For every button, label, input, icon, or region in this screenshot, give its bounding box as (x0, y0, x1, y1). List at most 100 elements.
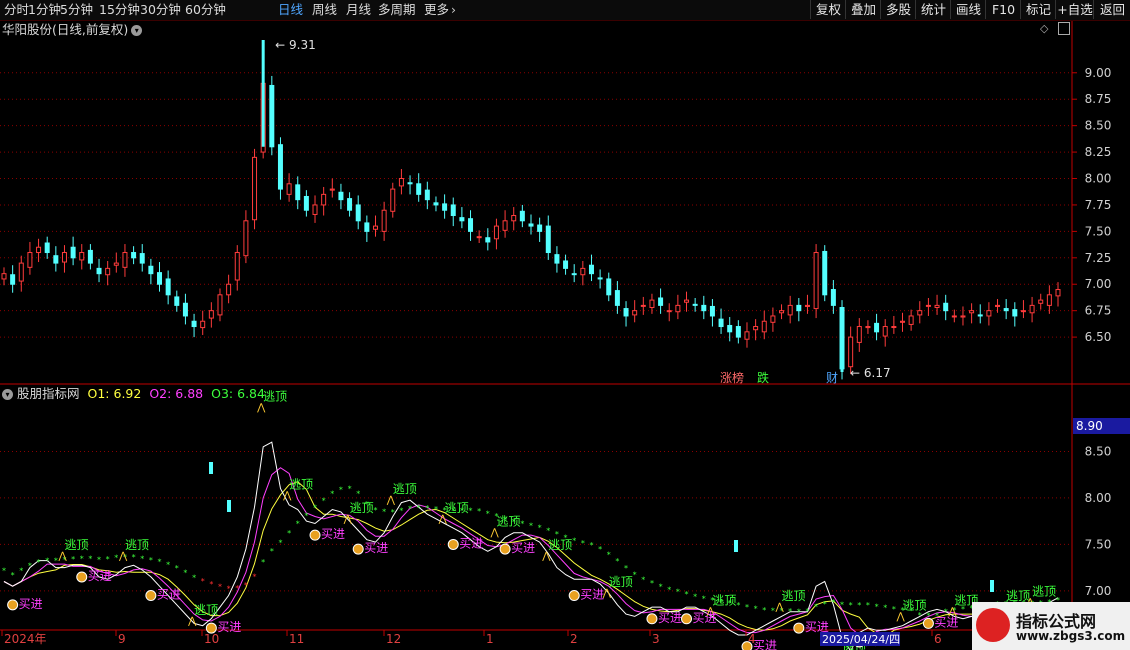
logo-icon (976, 608, 1010, 642)
candle-body (865, 326, 871, 329)
buy-signal-label: 买进 (658, 611, 682, 625)
candle-body (372, 225, 378, 230)
trend-dot: * (2, 566, 6, 575)
moneybag-icon (793, 622, 805, 634)
candle-body (718, 318, 724, 328)
trend-dot: * (486, 509, 490, 518)
chart-canvas[interactable]: 9.00 8.75 8.50 8.25 8.00 7.75 7.50 7.25 7.00 6.75… (0, 0, 1130, 650)
candle-body (917, 310, 923, 316)
buy-signal-label: 买进 (157, 588, 181, 602)
candle-body (329, 188, 335, 191)
price-tick-label: 7.25 (1085, 251, 1112, 265)
buy-signal-label: 买进 (580, 588, 604, 602)
trend-dot: * (192, 573, 196, 582)
trend-dot: * (235, 584, 239, 593)
x-axis-label: 10 (204, 632, 219, 646)
trend-dot: * (218, 582, 222, 591)
candle-body (122, 252, 128, 268)
candle-body (796, 304, 802, 312)
price-tick-label: 8.50 (1085, 119, 1112, 133)
trend-dot: * (330, 489, 334, 498)
candle-body (649, 299, 655, 309)
candle-body (830, 289, 836, 306)
trend-dot: * (261, 558, 265, 567)
trend-dot: * (866, 601, 870, 610)
buy-signal-label: 买进 (88, 569, 112, 583)
candle-body (1038, 299, 1044, 304)
trend-dot: * (348, 485, 352, 494)
candle-body (727, 324, 733, 333)
sell-signal-label: 逃顶 (902, 598, 926, 612)
trend-dot: * (140, 554, 144, 563)
trend-dot: * (382, 508, 386, 517)
candle-body (243, 220, 249, 257)
trend-dot: * (840, 600, 844, 609)
moneybag-icon (309, 529, 321, 541)
candle-body (27, 252, 33, 268)
candle-body (658, 297, 664, 306)
price-tick-label: 6.75 (1085, 304, 1112, 318)
sell-marker-icon: ⋀ (282, 491, 292, 502)
trend-dot: * (287, 529, 291, 538)
candle-body (407, 182, 413, 185)
sell-marker-icon: ⋀ (57, 551, 67, 562)
trend-dot: * (149, 556, 153, 565)
trend-dot: * (54, 556, 58, 565)
trend-dot: * (693, 592, 697, 601)
candle-body (943, 302, 949, 312)
candle-body (200, 320, 206, 329)
trend-dot: * (88, 555, 92, 564)
trend-dot: * (883, 604, 887, 613)
candle-body (398, 178, 404, 187)
cursor-date-label: 2025/04/24/四 (822, 633, 900, 646)
trend-dot: * (71, 555, 75, 564)
sell-signal-label: 逃顶 (712, 594, 736, 608)
candle-body (1055, 289, 1061, 297)
x-axis-label: 2 (570, 632, 578, 646)
sell-signal-label: 逃顶 (445, 501, 469, 515)
candle-body (554, 254, 560, 264)
candle-body (381, 209, 387, 232)
high-label: ← 9.31 (275, 38, 316, 52)
candle-body (614, 290, 620, 306)
candle-body (882, 326, 888, 337)
candle-body (1012, 309, 1018, 317)
candle-body (856, 326, 862, 343)
buy-signal-label: 买进 (511, 541, 535, 555)
trend-dot: * (425, 504, 429, 513)
candle-body (563, 260, 569, 269)
candle-body (519, 210, 525, 222)
candle-body (545, 225, 551, 254)
candle-body (899, 320, 905, 323)
price-tick-label: 9.00 (1085, 66, 1112, 80)
candle-body (321, 193, 327, 206)
trend-dot: * (244, 581, 248, 590)
candle-body (208, 310, 214, 319)
trend-dot: * (132, 553, 136, 562)
candle-body (822, 250, 828, 296)
trend-dot: * (624, 564, 628, 573)
candle-body (960, 315, 966, 318)
trend-dot: * (546, 527, 550, 536)
sell-marker-icon: ⋀ (343, 514, 353, 525)
trend-dot: * (408, 504, 412, 513)
buy-signal-label: 买进 (217, 620, 241, 634)
candle-body (61, 252, 67, 263)
moneybag-icon (646, 613, 658, 625)
trend-dot: * (201, 577, 205, 586)
trend-dot: * (771, 606, 775, 615)
x-axis-label: 6 (934, 632, 942, 646)
current-value-label: 8.90 (1076, 419, 1103, 433)
candle-body (761, 320, 767, 333)
trend-dot: * (831, 598, 835, 607)
trend-dot: * (417, 504, 421, 513)
trend-dot: * (754, 605, 758, 614)
candle-body (804, 304, 810, 307)
candle-body (692, 303, 698, 306)
trend-dot: * (762, 606, 766, 615)
candle-body (442, 203, 448, 211)
candle-body (303, 195, 309, 211)
candle-body (969, 310, 975, 314)
candle-body (493, 225, 499, 240)
sell-marker-icon: ⋀ (541, 551, 551, 562)
